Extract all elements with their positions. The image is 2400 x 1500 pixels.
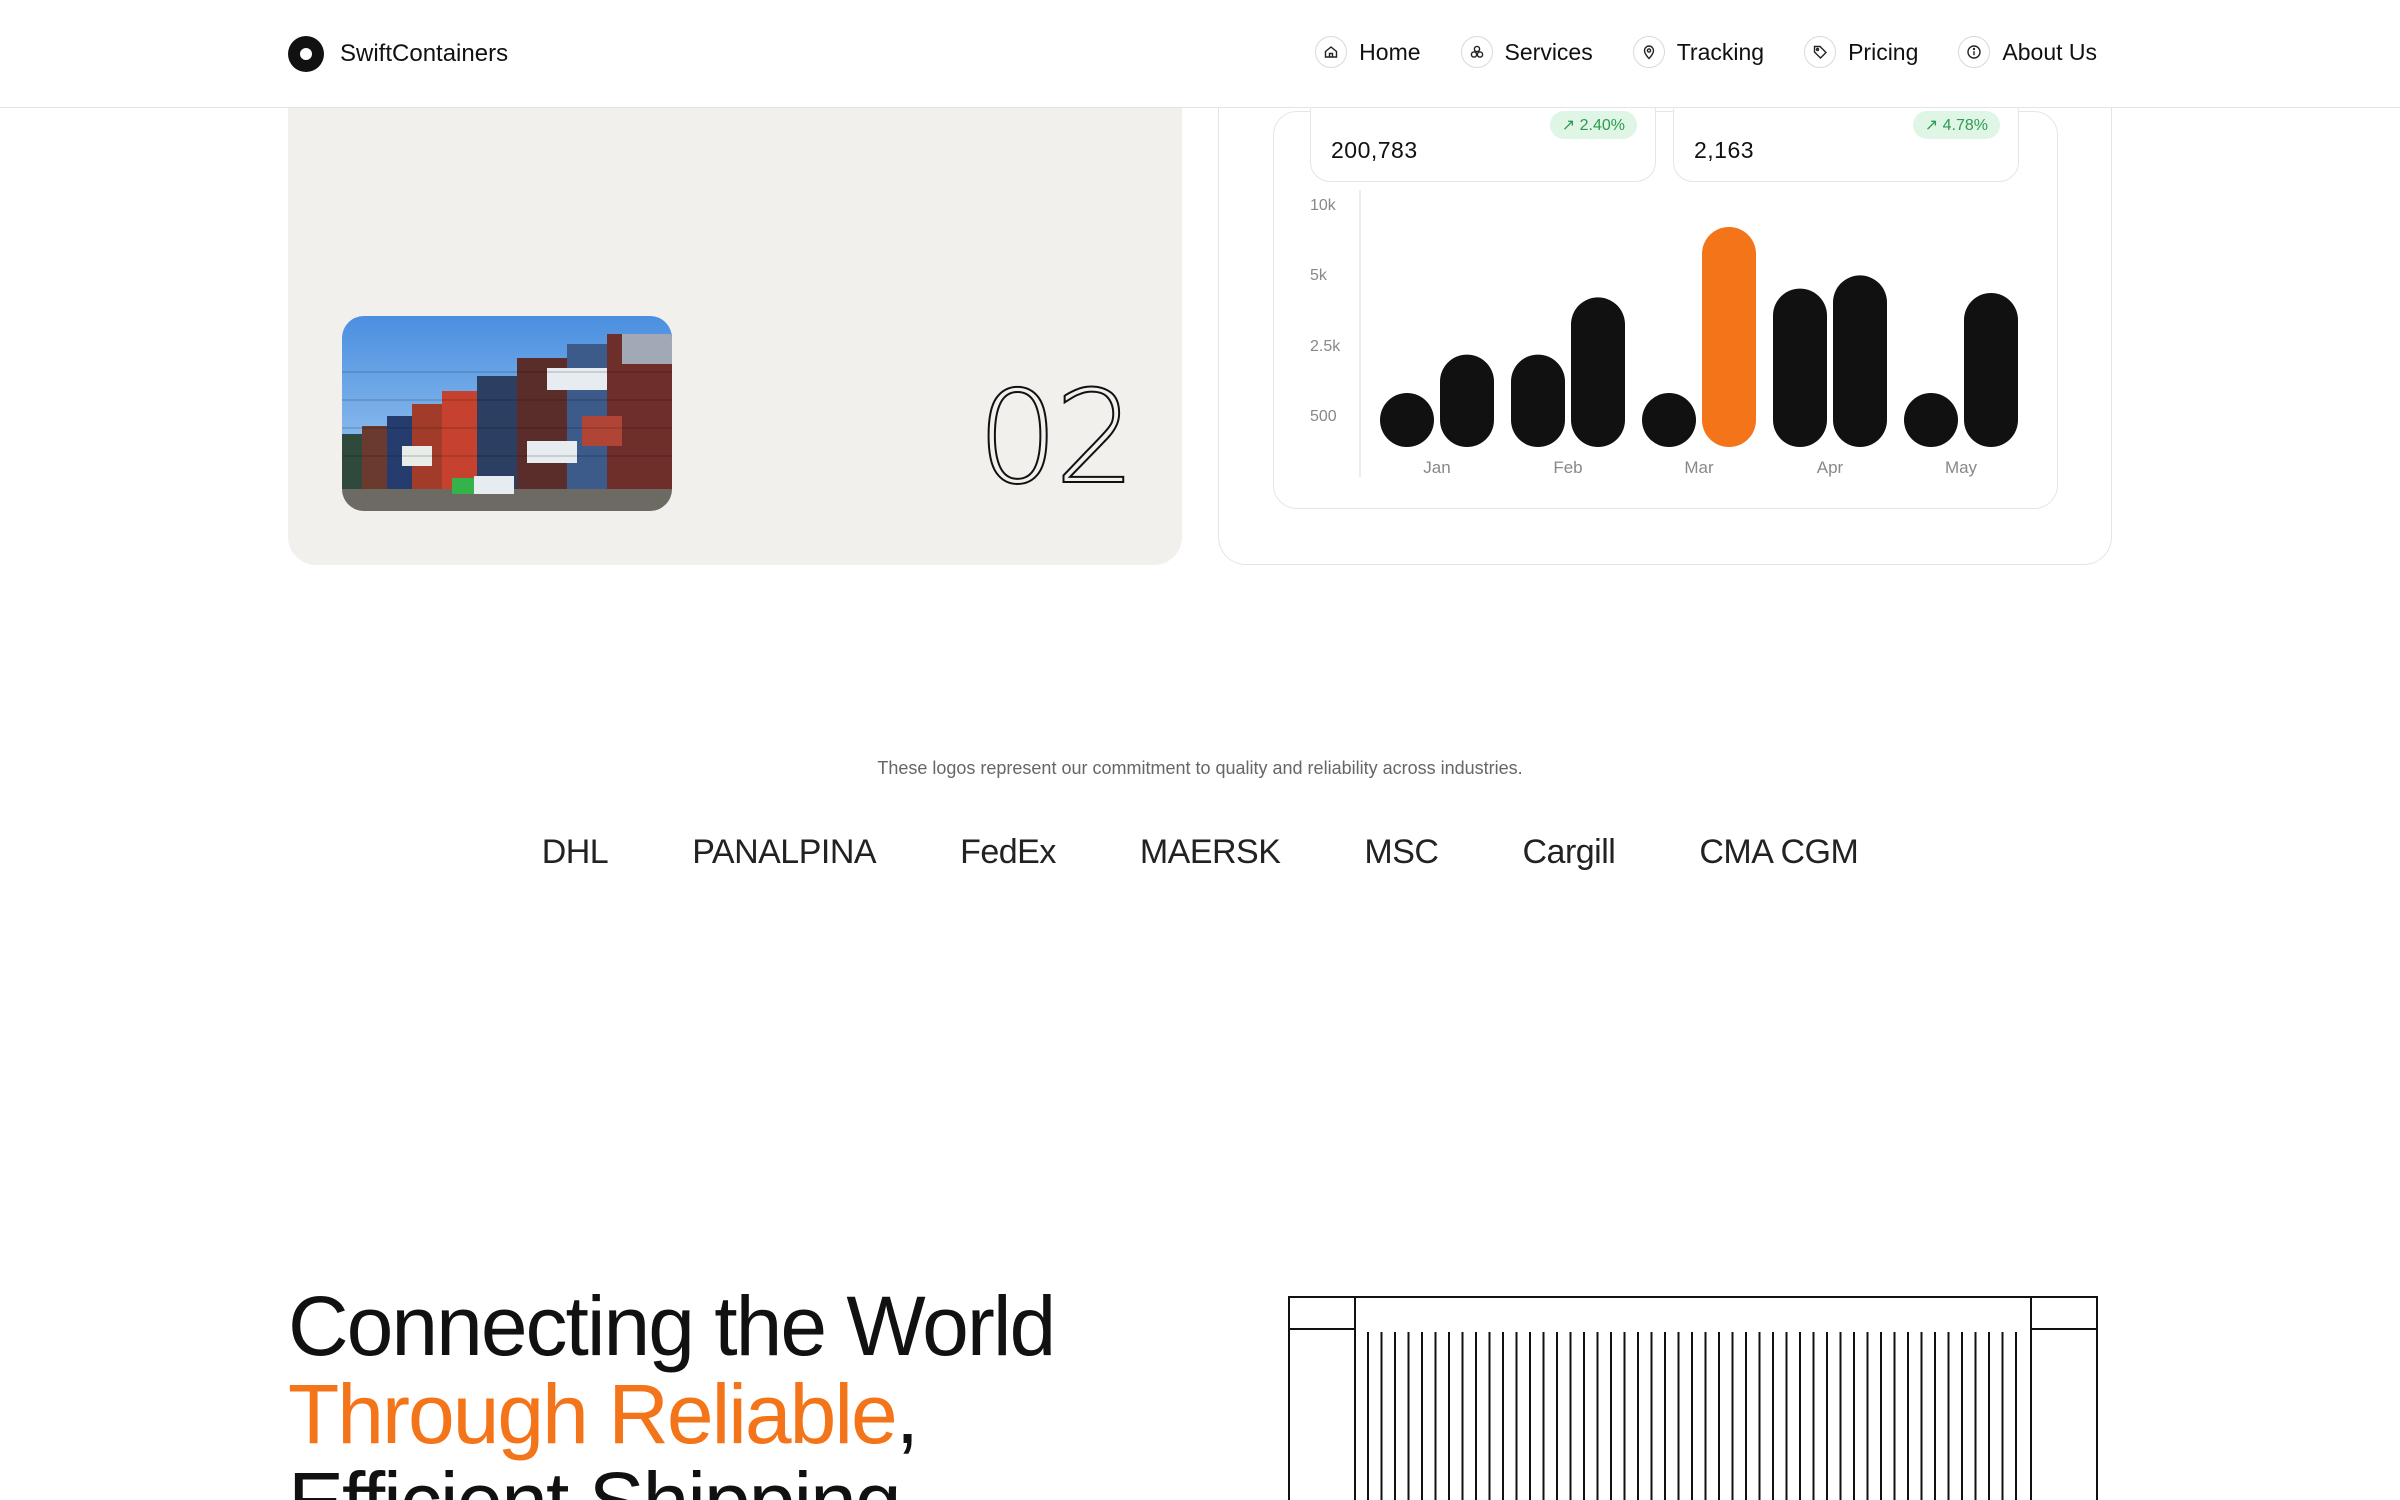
top-navigation: SwiftContainers Home Services Tracking P… — [0, 0, 2400, 108]
x-tick-label-mar: Mar — [1684, 458, 1714, 477]
analytics-panel: 10k 5k 2.5k 500 Jan Feb Mar Apr May ↗ 2.40% 200,… — [1273, 92, 2058, 509]
stat-change-badge-1: ↗ 2.40% — [1549, 111, 1637, 139]
container-line-drawing — [1288, 1296, 2098, 1500]
stat-change-badge-2: ↗ 4.78% — [1912, 111, 2000, 139]
bar-may-1[interactable] — [1904, 393, 1958, 447]
bar-jan-1[interactable] — [1380, 393, 1434, 447]
nav-links: Home Services Tracking Pricing About Us — [1315, 36, 2097, 68]
container-stack-photo — [342, 316, 672, 511]
partner-logo-maersk: MAERSK — [1139, 833, 1281, 871]
partner-logo-cargill: Cargill — [1522, 833, 1616, 871]
y-tick-label: 500 — [1310, 408, 1337, 425]
hero-line-1: Connecting the World — [288, 1279, 1056, 1373]
hero-heading: Connecting the World Through Reliable, E… — [288, 1279, 1056, 1500]
partners-tagline: These logos represent our commitment to … — [877, 758, 1523, 778]
stat-value-2: 2,163 — [1694, 137, 1755, 163]
bar-mar-1[interactable] — [1642, 393, 1696, 447]
x-tick-label-feb: Feb — [1553, 458, 1582, 477]
hero-line-2-rest: , — [895, 1367, 919, 1461]
services-icon — [1460, 36, 1493, 68]
hero-line-2: Through Reliable, — [288, 1370, 1054, 1458]
bar-apr-2[interactable] — [1833, 275, 1887, 447]
feature-card-right: 10k 5k 2.5k 500 Jan Feb Mar Apr May ↗ 2.40% 200,… — [1218, 60, 2112, 565]
x-tick-label-apr: Apr — [1817, 458, 1844, 477]
nav-item-about[interactable]: About Us — [1958, 36, 2097, 68]
bar-mar-2[interactable] — [1702, 227, 1756, 447]
nav-item-home[interactable]: Home — [1315, 36, 1421, 68]
nav-item-pricing[interactable]: Pricing — [1804, 36, 1918, 68]
nav-label-about: About Us — [2002, 38, 2097, 65]
bar-feb-2[interactable] — [1571, 297, 1625, 447]
y-tick-label: 10k — [1310, 197, 1337, 214]
brand-logo[interactable]: SwiftContainers — [288, 36, 508, 72]
nav-label-pricing: Pricing — [1848, 38, 1919, 65]
y-tick-label: 5k — [1310, 267, 1328, 284]
bar-feb-1[interactable] — [1511, 354, 1565, 447]
partner-logo-cma-cgm: CMA CGM — [1699, 833, 1859, 871]
nav-label-home: Home — [1359, 38, 1421, 65]
feature-card-left: 02 — [288, 60, 1182, 565]
partner-logos: DHL PANALPINA FedEx MAERSK MSC Cargill CMA CGM — [0, 833, 2400, 872]
partner-logo-fedex: FedEx — [960, 833, 1056, 871]
stat-value-1: 200,783 — [1331, 137, 1418, 163]
hero-line-3: Efficient Shipping — [288, 1458, 1054, 1500]
partner-logo-msc: MSC — [1364, 833, 1439, 871]
bar-jan-2[interactable] — [1440, 354, 1494, 447]
step-number: 02 — [976, 364, 1137, 513]
y-tick-label: 2.5k — [1310, 338, 1341, 355]
location-pin-icon — [1632, 36, 1665, 68]
nav-item-tracking[interactable]: Tracking — [1632, 36, 1765, 68]
x-tick-label-jan: Jan — [1423, 458, 1450, 477]
tag-icon — [1804, 36, 1837, 68]
partner-logo-dhl: DHL — [541, 833, 609, 871]
logo-mark-icon — [288, 36, 324, 72]
info-icon — [1958, 36, 1991, 68]
bar-may-2[interactable] — [1964, 293, 2018, 447]
bar-apr-1[interactable] — [1773, 288, 1827, 447]
brand-name: SwiftContainers — [340, 40, 509, 67]
home-icon — [1315, 36, 1348, 68]
partner-logo-panalpina: PANALPINA — [692, 833, 877, 871]
nav-label-services: Services — [1504, 38, 1593, 65]
x-tick-label-may: May — [1945, 458, 1978, 477]
hero-accent-text: Through Reliable — [288, 1367, 898, 1461]
nav-item-services[interactable]: Services — [1460, 36, 1593, 68]
nav-label-tracking: Tracking — [1676, 38, 1765, 65]
